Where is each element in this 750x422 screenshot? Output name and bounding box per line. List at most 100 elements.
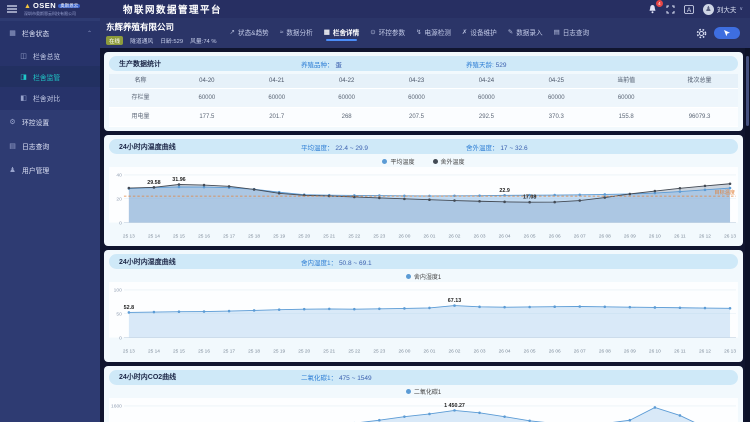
svg-text:25 22: 25 22 [348, 349, 360, 355]
table-cell: 201.7 [269, 114, 285, 120]
sidebar-item-label: 用户管理 [22, 168, 50, 175]
sidebar-item-icon: ♟ [9, 167, 16, 174]
sidebar-group: ♟ 用户管理 [0, 158, 100, 182]
table-header-row: 名称 04-20 04-21 04-22 04-23 04-24 04-25 当前值 批次总量 [109, 74, 738, 89]
notification-bell-button[interactable]: 4 [648, 0, 663, 14]
language-button[interactable]: A [683, 4, 694, 14]
legend-item[interactable]: 平均温度 [382, 157, 415, 166]
sidebar-subitem[interactable]: ◫ 栏舍总览 [0, 45, 100, 66]
legend-label: 平均温度 [390, 159, 415, 166]
co2-chart-canvas: 080016001 450.2725 1325 1425 1525 1625 1… [109, 397, 738, 422]
sidebar-item[interactable]: ♟ 用户管理 [0, 158, 100, 182]
toolbar-tab[interactable]: ✗ 设备维护 [462, 22, 497, 44]
table-cell: 268 [341, 114, 352, 120]
avatar: ♟ [702, 3, 714, 15]
table-cell: 用电量 [131, 114, 150, 120]
co2-chart-legend: 二氧化碳1 [109, 386, 738, 398]
table-cell: 292.5 [478, 114, 494, 120]
toolbar-tab[interactable]: ≈ 数据分析 [280, 22, 313, 44]
outdoor-temp-range: 17 ~ 32.6 [500, 144, 528, 152]
legend-label: 舍内湿度1 [413, 274, 442, 281]
table-header-cell: 04-25 [548, 78, 564, 84]
tab-icon: ⊙ [370, 29, 376, 36]
sidebar-subitem[interactable]: ◧ 栏舍对比 [0, 87, 100, 108]
production-table: 名称 04-20 04-21 04-22 04-23 04-24 04-25 当前值 批次总量存… [109, 74, 738, 127]
gear-icon [696, 28, 707, 38]
table-cell: 60000 [408, 95, 425, 101]
legend-dot-icon [405, 389, 411, 395]
sidebar-item[interactable]: ⚙ 环控设置 [0, 110, 100, 134]
sidebar-subitem[interactable]: ◨ 栏舍监管 [0, 66, 100, 87]
translate-icon: A [683, 4, 694, 14]
svg-text:29.58: 29.58 [147, 180, 160, 186]
notification-badge: 4 [655, 0, 663, 7]
co2-chart-card: 24小时内CO2曲线 二氧化碳1： 475 ~ 1549 二氧化碳1 08001… [104, 365, 743, 422]
table-cell: 60000 [338, 95, 355, 101]
logo-text: OSEN [32, 1, 57, 11]
svg-text:25 22: 25 22 [348, 233, 360, 239]
sidebar-item[interactable]: ▦ 栏舍状态 ⌃ [0, 21, 100, 45]
co2-meta: 二氧化碳1： 475 ~ 1549 [301, 372, 466, 382]
sidebar-item-icon: ▦ [9, 30, 16, 37]
company-info: 在线 隧道通风 日龄:529 风量:74 % [106, 36, 217, 45]
age-value: 529 [495, 61, 507, 69]
sidebar-item[interactable]: ▤ 日志查询 [0, 134, 100, 158]
humidity-label: 舍内湿度1： [301, 259, 338, 267]
legend-dot-icon [405, 273, 411, 279]
svg-text:A: A [687, 6, 692, 13]
legend-item[interactable]: 舍外温度 [432, 157, 465, 166]
svg-text:25 23: 25 23 [373, 233, 385, 239]
company-info-item: 日龄:529 [160, 39, 184, 45]
svg-text:25 15: 25 15 [173, 233, 185, 239]
fullscreen-button[interactable] [666, 5, 675, 14]
sidebar-subitem-icon: ◨ [20, 73, 27, 81]
user-menu[interactable]: ♟ 刘大夫 ∨ [702, 3, 743, 15]
table-row: 用电量 177.5 201.7 268 207.5 292.5 370.3 155.8 9607… [109, 108, 738, 127]
legend-label: 二氧化碳1 [413, 390, 442, 397]
svg-text:26 13: 26 13 [724, 349, 736, 355]
farm-toolbar: 东辉养殖有限公司 在线 隧道通风 日龄:529 风量:74 % ↗ 状态&趋势 ≈ 数据分… [100, 18, 750, 48]
svg-text:25 16: 25 16 [198, 349, 210, 355]
table-cell: 177.5 [199, 114, 215, 120]
tab-icon: ↯ [416, 29, 422, 36]
temperature-chart-card: 24小时内温度曲线 平均温度： 22.4 ~ 29.9 舍外温度： 17 ~ 3… [104, 135, 743, 247]
temperature-chart-legend: 平均温度 舍外温度 [109, 155, 738, 167]
scrollbar-thumb[interactable] [746, 56, 749, 126]
svg-text:22.9: 22.9 [499, 188, 509, 194]
toolbar-tab[interactable]: ↯ 电源检测 [416, 22, 451, 44]
user-name: 刘大夫 [716, 7, 737, 14]
svg-text:17.08: 17.08 [523, 195, 536, 201]
legend-item[interactable]: 二氧化碳1 [405, 387, 442, 397]
svg-text:26 06: 26 06 [549, 233, 561, 239]
svg-text:26 03: 26 03 [474, 349, 486, 355]
vertical-scrollbar[interactable] [745, 48, 750, 422]
table-cell: 207.5 [409, 114, 425, 120]
svg-text:26 00: 26 00 [398, 349, 410, 355]
remote-cursor-button[interactable] [714, 27, 740, 39]
tab-label: 日志查询 [562, 30, 590, 37]
tab-label: 数据录入 [516, 30, 543, 37]
age-meta: 养殖天龄: 529 [466, 59, 631, 69]
production-stats-title: 生产数据统计 [119, 60, 161, 68]
hamburger-menu-icon[interactable] [7, 5, 17, 13]
company-name: 东辉养殖有限公司 [106, 22, 175, 32]
toolbar-tab[interactable]: ⊙ 环控参数 [370, 22, 405, 44]
sidebar-subitem-label: 栏舍总览 [33, 53, 61, 61]
toolbar-tab[interactable]: ↗ 状态&趋势 [230, 22, 269, 44]
tab-label: 电源检测 [424, 30, 451, 37]
legend-item[interactable]: 舍内湿度1 [405, 272, 442, 281]
humidity-chart-title: 24小时内湿度曲线 [119, 258, 176, 266]
toolbar-tab[interactable]: ✎ 数据录入 [508, 22, 543, 44]
tab-icon: ≈ [279, 28, 284, 36]
tab-label: 栏舍详情 [332, 30, 360, 37]
co2-chart-title: 24小时内CO2曲线 [119, 374, 177, 382]
toolbar-tab[interactable]: ▦ 栏舍详情 [324, 22, 360, 44]
svg-text:26 10: 26 10 [649, 349, 661, 355]
settings-gear-button[interactable] [696, 28, 707, 39]
sidebar-item-label: 日志查询 [22, 144, 50, 151]
toolbar-tab[interactable]: ▤ 日志查询 [554, 22, 590, 44]
svg-text:20: 20 [116, 197, 122, 203]
tab-label: 状态&趋势 [237, 30, 269, 37]
avg-temp-range: 22.4 ~ 29.9 [335, 144, 369, 152]
chevron-up-icon: ⌃ [86, 30, 92, 37]
